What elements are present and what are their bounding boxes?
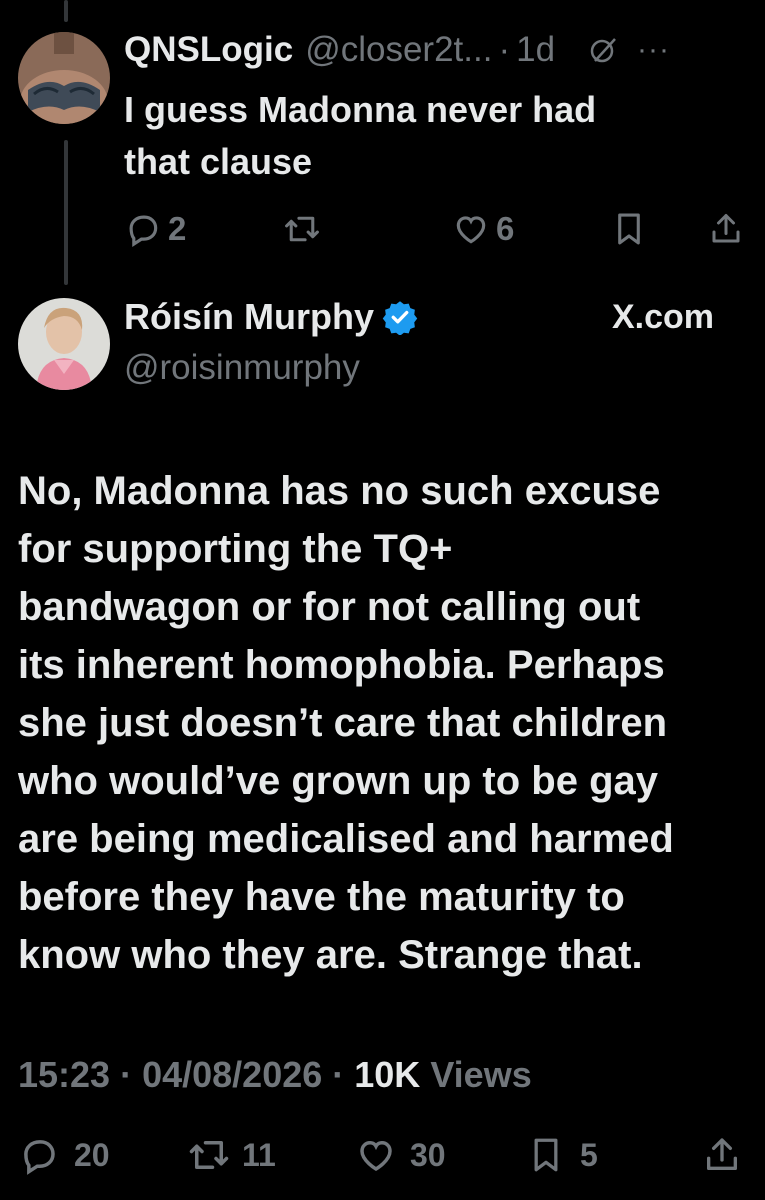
tweet-text-line: she just doesn’t care that children <box>18 701 668 745</box>
tweet-bookmark-button[interactable]: 5 <box>528 1134 598 1176</box>
share-icon <box>707 1138 737 1170</box>
reply-bookmark-button[interactable] <box>612 210 646 248</box>
reply-dot-separator: · <box>498 30 511 69</box>
reply-repost-button[interactable] <box>282 210 322 248</box>
reply-share-button[interactable] <box>708 210 744 248</box>
tweet-text-line: for supporting the TQ+ <box>18 527 453 571</box>
tweet-display-name[interactable]: Róisín Murphy <box>124 296 374 338</box>
tweet-text-line: are being medicalised and harmed <box>18 817 674 861</box>
reply-text-line: that clause <box>124 141 313 182</box>
tweet-time[interactable]: 15:23 <box>18 1054 110 1095</box>
repost-icon <box>285 216 319 242</box>
like-icon <box>456 216 486 244</box>
reply-display-name[interactable]: QNSLogic <box>124 30 293 70</box>
verified-badge-icon <box>382 299 418 335</box>
tweet-text-line: its inherent homophobia. Perhaps <box>18 643 665 687</box>
tweet-date[interactable]: 04/08/2026 <box>142 1054 322 1095</box>
tweet-text-line: know who they are. Strange that. <box>18 933 643 977</box>
reply-icon <box>129 215 158 247</box>
meta-separator: · <box>110 1054 143 1095</box>
tweet-like-count: 30 <box>410 1136 446 1173</box>
meta-separator: · <box>322 1054 355 1095</box>
reply-icon <box>24 1140 55 1175</box>
tweet-reply-button[interactable]: 20 <box>18 1134 110 1176</box>
tweet-avatar[interactable] <box>18 298 110 390</box>
thread-line-connector <box>64 140 68 285</box>
tweet-handle[interactable]: @roisinmurphy <box>124 348 360 388</box>
bookmark-icon <box>534 1138 558 1172</box>
reply-avatar[interactable] <box>18 32 110 124</box>
reply-text-line: I guess Madonna never had <box>124 89 597 130</box>
tweet-text-line: bandwagon or for not calling out <box>18 585 641 629</box>
x-logo-icon: X.com <box>612 298 715 336</box>
reply-like-count: 6 <box>496 210 515 247</box>
share-icon <box>712 214 740 243</box>
tweet-like-button[interactable]: 30 <box>354 1134 446 1176</box>
reply-reply-button[interactable]: 2 <box>124 210 186 248</box>
tweet-bookmark-count: 5 <box>580 1136 598 1173</box>
tweet-repost-count: 11 <box>242 1136 276 1173</box>
reply-handle[interactable]: @closer2t... <box>305 30 492 70</box>
views-count[interactable]: 10K <box>354 1054 420 1095</box>
reply-action-bar: 2 6 <box>124 210 744 258</box>
tweet-text: No, Madonna has no such excuse for suppo… <box>18 462 753 984</box>
tweet-author-name-row: Róisín Murphy <box>124 296 418 338</box>
tweet-share-button[interactable] <box>702 1134 742 1176</box>
more-icon[interactable]: ··· <box>637 33 670 67</box>
tweet-text-line: before they have the maturity to <box>18 875 625 919</box>
repost-icon <box>189 1141 229 1169</box>
reply-text: I guess Madonna never had that clause <box>124 84 724 188</box>
tweet-text-line: No, Madonna has no such excuse <box>18 469 661 513</box>
bookmark-icon <box>618 213 640 245</box>
thread-line-top <box>64 0 68 22</box>
grok-icon[interactable] <box>589 35 619 65</box>
like-icon <box>360 1140 392 1172</box>
tweet-meta: 15:23 · 04/08/2026 · 10K Views <box>18 1054 532 1096</box>
tweet-reply-count: 20 <box>74 1136 110 1173</box>
reply-timestamp[interactable]: 1d <box>516 30 555 70</box>
tweet-repost-button[interactable]: 11 <box>186 1134 276 1176</box>
reply-header: QNSLogic @closer2t... · 1d ··· <box>124 30 745 70</box>
tweet-text-line: who would’ve grown up to be gay <box>18 759 658 803</box>
views-label: Views <box>420 1054 532 1095</box>
reply-reply-count: 2 <box>168 210 187 247</box>
reply-like-button[interactable]: 6 <box>452 210 514 248</box>
tweet-action-bar: 20 11 30 5 <box>18 1134 748 1186</box>
